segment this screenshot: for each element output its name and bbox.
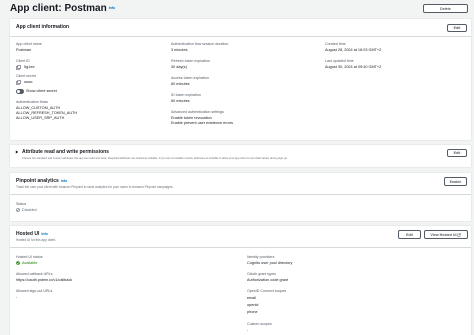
access-expiration-value: 60 minutes	[171, 82, 190, 86]
access-expiration-label: Access token expiration	[171, 76, 209, 80]
signout-urls-label: Allowed sign-out URLs	[16, 289, 53, 293]
panel-title: Pinpoint analytics Info	[16, 178, 67, 184]
scope-item: phone	[247, 310, 258, 314]
edit-button[interactable]: Edit	[447, 149, 467, 157]
info-link[interactable]: Info	[109, 6, 115, 10]
auth-flow-item: ALLOW_REFRESH_TOKEN_AUTH	[16, 111, 78, 115]
advanced-setting-item: Enable token revocation	[171, 116, 212, 120]
client-secret-label: Client secret	[16, 74, 36, 78]
auth-flow-item: ALLOW_CUSTOM_AUTH	[16, 106, 61, 110]
attributes-panel: Attribute read and write permissions Cho…	[10, 145, 471, 167]
caret-right-icon[interactable]	[15, 150, 19, 154]
panel-title[interactable]: Attribute read and write permissions	[22, 149, 109, 155]
page-title: App client: Postman Info	[10, 3, 115, 14]
app-client-info-panel: App client information Edit App client n…	[10, 19, 471, 140]
divider	[10, 194, 471, 195]
id-expiration-label: ID token expiration	[171, 93, 201, 97]
external-link-icon	[457, 232, 462, 236]
created-time-value: August 28, 2024 at 16:03 GMT+2	[325, 48, 382, 52]
edit-button[interactable]: Edit	[398, 230, 421, 239]
client-id-label: Client ID	[16, 59, 30, 63]
copy-icon[interactable]	[16, 65, 21, 70]
hosted-ui-panel: Hosted UI Info Hosted UI for this app cli…	[10, 226, 471, 335]
identity-providers-label: Identity providers	[247, 255, 275, 259]
panel-title: App client information	[16, 24, 70, 30]
panel-title-text: Hosted UI	[16, 231, 40, 237]
panel-description: Track the user pool client with Amazon P…	[16, 185, 174, 189]
pinpoint-panel: Pinpoint analytics Info Track the user po…	[10, 173, 471, 221]
created-time-label: Created time	[325, 42, 346, 46]
view-hosted-ui-button[interactable]: View Hosted UI	[424, 230, 468, 239]
auth-flows-label: Authentication flows	[16, 100, 48, 104]
delete-button[interactable]: Delete	[423, 4, 468, 13]
status-label: Status	[16, 202, 27, 206]
session-duration-value: 3 minutes	[171, 48, 188, 52]
id-expiration-value: 60 minutes	[171, 99, 190, 103]
identity-providers-value: Cognito user pool directory	[247, 261, 293, 265]
grant-types-label: OAuth grant types	[247, 272, 276, 276]
auth-flow-item: ALLOW_USER_SRP_AUTH	[16, 116, 65, 120]
divider	[10, 247, 471, 248]
panel-description: Hosted UI for this app client.	[16, 238, 57, 242]
status-value: Disabled	[22, 208, 37, 212]
app-client-name-value: Postman	[16, 48, 31, 52]
panel-title: Hosted UI Info	[16, 231, 48, 237]
refresh-expiration-label: Refresh token expiration	[171, 59, 210, 63]
client-id-value: 5g1ee	[24, 65, 35, 69]
callback-url-value: https://oauth.pstmn.io/v1/callback	[16, 278, 73, 282]
success-icon	[16, 261, 20, 265]
callback-urls-label: Allowed callback URLs	[16, 272, 53, 276]
custom-scopes-value: -	[247, 328, 249, 332]
info-link[interactable]: Info	[41, 232, 47, 236]
show-secret-toggle[interactable]	[16, 89, 24, 94]
show-secret-label: Show client secret	[26, 89, 57, 93]
app-client-name-label: App client name	[16, 42, 42, 46]
last-updated-value: August 30, 2024 at 09:40 GMT+2	[325, 65, 382, 69]
client-secret-value: ••••••••	[24, 80, 33, 84]
hosted-ui-status-label: Hosted UI status	[16, 255, 43, 259]
edit-button[interactable]: Edit	[447, 24, 467, 32]
enable-button[interactable]: Enable	[444, 177, 467, 186]
page-title-text: App client: Postman	[10, 3, 107, 14]
last-updated-label: Last updated time	[325, 59, 354, 63]
custom-scopes-label: Custom scopes	[247, 322, 272, 326]
hosted-ui-status-value: Available	[22, 261, 38, 265]
scope-item: email	[247, 296, 257, 300]
refresh-expiration-value: 30 day(s)	[171, 65, 187, 69]
session-duration-label: Authentication flow session duration	[171, 42, 229, 46]
view-hosted-ui-label: View Hosted UI	[430, 232, 457, 237]
signout-url-value: -	[16, 295, 18, 299]
scope-item: openid	[247, 303, 259, 307]
grant-types-value: Authorization code grant	[247, 278, 289, 282]
copy-icon[interactable]	[16, 80, 21, 85]
divider	[10, 36, 471, 37]
info-link[interactable]: Info	[61, 179, 67, 183]
oidc-scopes-label: OpenID Connect scopes	[247, 289, 287, 293]
advanced-setting-item: Enable prevent user existence errors	[171, 121, 234, 125]
panel-title-text: Pinpoint analytics	[16, 178, 59, 184]
panel-description: Choose the standard and custom attribute…	[22, 157, 288, 160]
advanced-settings-label: Advanced authentication settings	[171, 110, 224, 114]
status-disabled-icon	[16, 208, 20, 212]
